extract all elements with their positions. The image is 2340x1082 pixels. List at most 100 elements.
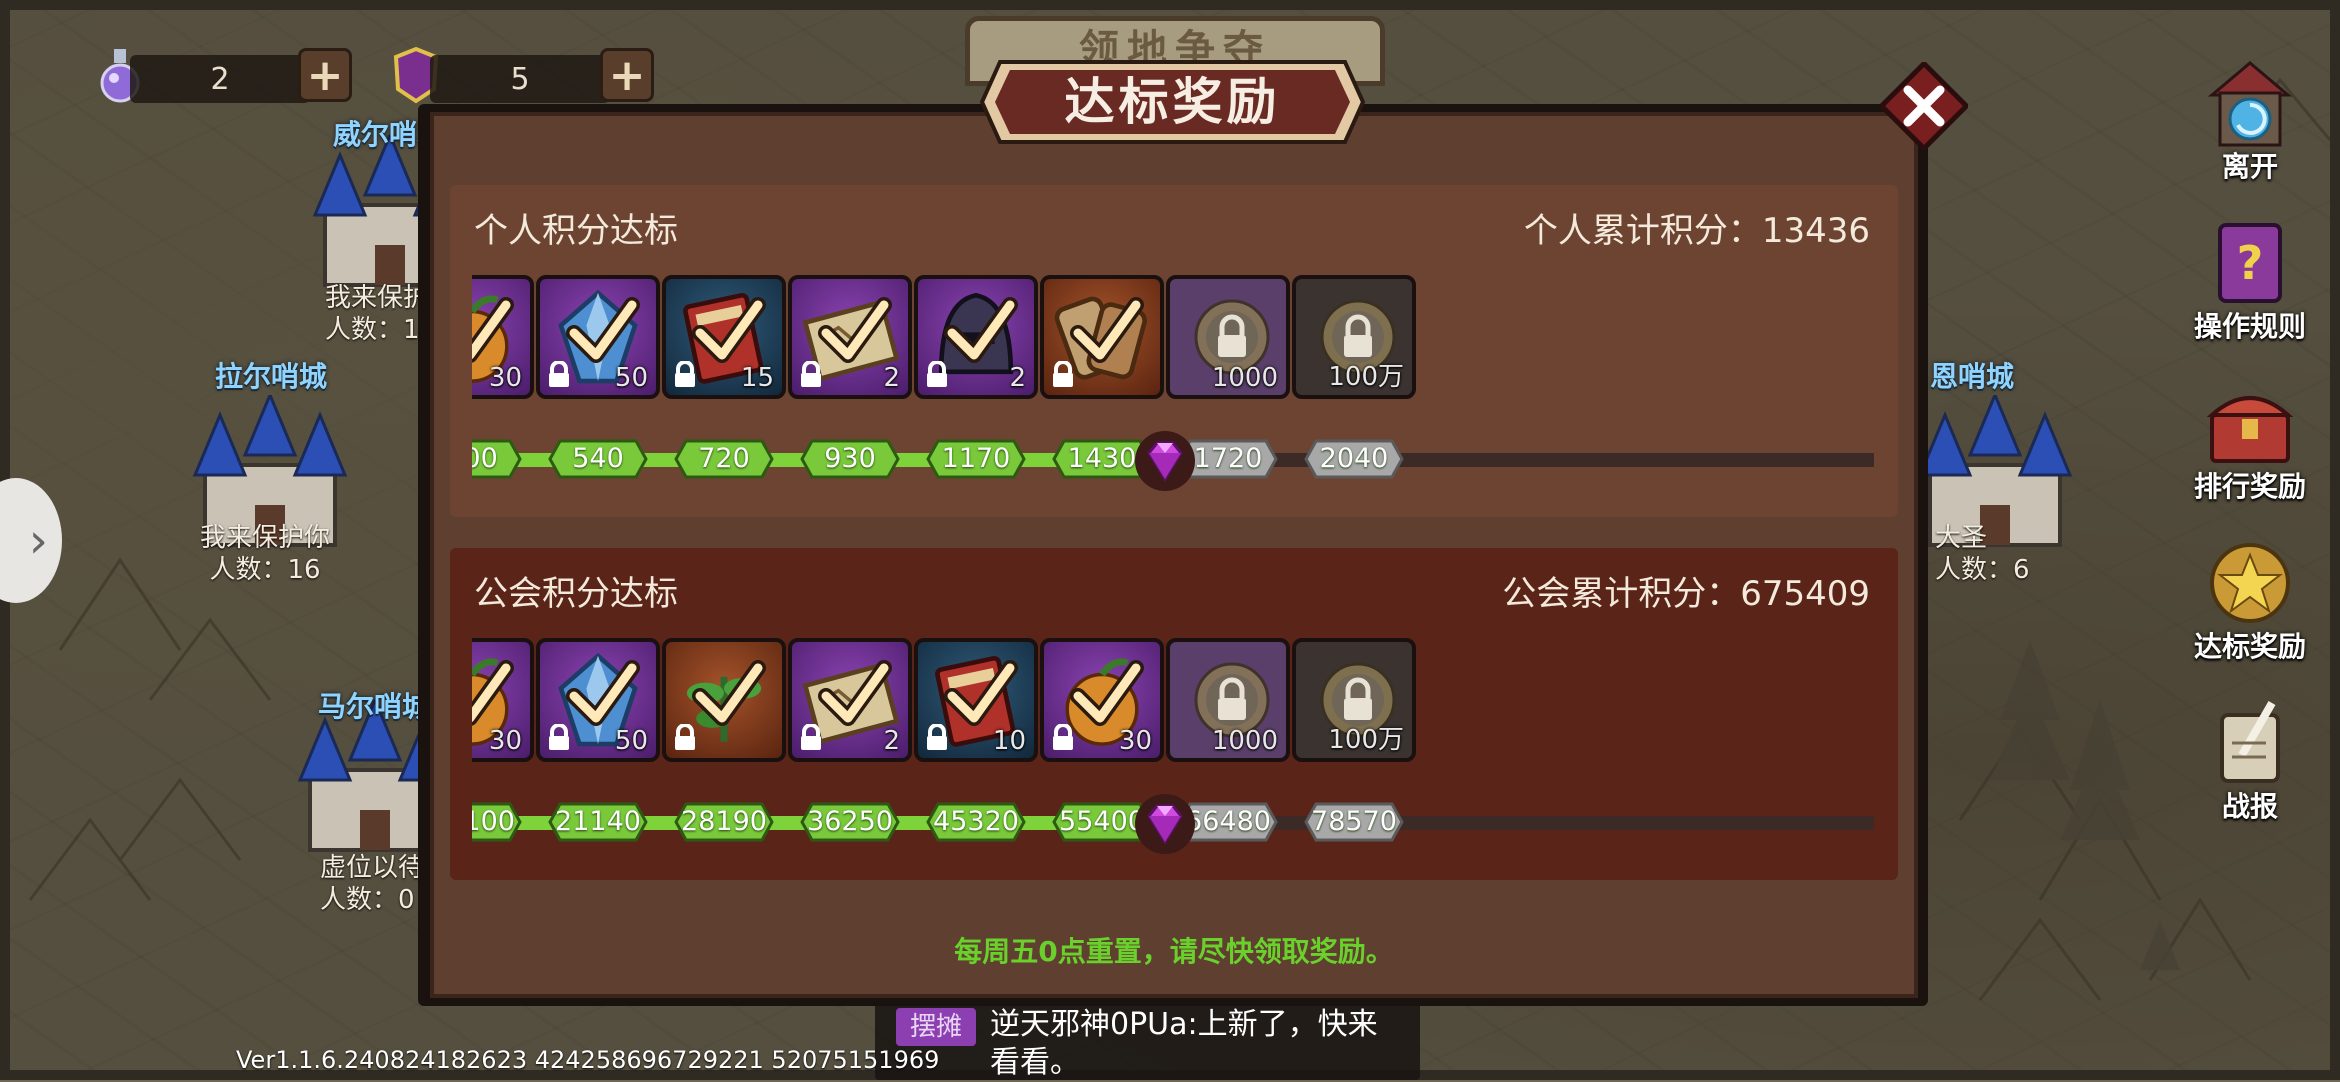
guild-reward-slot[interactable]: 30 (472, 638, 534, 762)
checkmark-icon (1070, 297, 1144, 363)
add-badge-button[interactable]: + (600, 48, 654, 102)
svg-text:?: ? (2237, 236, 2264, 290)
checkmark-icon (472, 297, 514, 363)
city-info-en: 大圣 人数：6 (1935, 523, 2030, 585)
milestone-value: 720 (698, 443, 750, 474)
small-lock-icon (675, 361, 695, 387)
guild-reward-track[interactable]: 30 50 2 10 30 1000 100万 14100 21140 28190 36250 453… (472, 638, 1874, 866)
personal-reward-slot[interactable] (1040, 275, 1164, 399)
small-lock-icon (675, 724, 695, 750)
small-lock-icon (1053, 361, 1073, 387)
personal-reward-slot[interactable]: 2 (914, 275, 1038, 399)
progress-marker (1135, 431, 1195, 491)
rules-button[interactable]: ? 操作规则 (2190, 215, 2310, 345)
small-lock-icon (927, 361, 947, 387)
milestone-value: 1170 (941, 443, 1011, 474)
personal-reward-slot[interactable]: 2 (788, 275, 912, 399)
city-name-maer[interactable]: 马尔哨城 (318, 685, 430, 725)
checkmark-icon (472, 660, 514, 726)
milestone-value: 28190 (681, 806, 767, 837)
reward-count: 2 (883, 726, 900, 756)
reward-count: 1000 (1211, 726, 1278, 756)
milestone-value: 36250 (807, 806, 893, 837)
milestone-value: 2040 (1319, 443, 1389, 474)
city-info-maer: 虚位以待 人数：0 (320, 853, 425, 915)
city-info-laer: 我来保护你 人数：16 (200, 523, 331, 585)
milestone-reward-button[interactable]: 达标奖励 (2190, 535, 2310, 665)
gem-icon (1147, 441, 1183, 482)
reward-count: 30 (488, 363, 522, 393)
reward-count: 50 (614, 726, 648, 756)
personal-reward-slot[interactable]: 100万 (1292, 275, 1416, 399)
small-lock-icon (801, 724, 821, 750)
checkmark-icon (818, 660, 892, 726)
reward-count: 30 (1118, 726, 1152, 756)
guild-reward-slot[interactable]: 30 (1040, 638, 1164, 762)
small-lock-icon (549, 724, 569, 750)
personal-reward-slot[interactable]: 15 (662, 275, 786, 399)
checkmark-icon (692, 297, 766, 363)
milestone-value: 300 (472, 443, 498, 474)
rank-reward-button[interactable]: 排行奖励 (2190, 375, 2310, 505)
guild-reward-slot[interactable] (662, 638, 786, 762)
add-potion-button[interactable]: + (298, 48, 352, 102)
rulebook-icon: ? (2218, 223, 2282, 303)
guild-total-score: 公会累计积分：675409 (1502, 574, 1870, 614)
personal-reward-slot[interactable]: 1000 (1166, 275, 1290, 399)
milestone-value: 540 (572, 443, 624, 474)
reward-count: 100万 (1328, 362, 1404, 392)
personal-reward-track[interactable]: 305015221000100万300540720930117014301720… (472, 275, 1874, 503)
guild-section-title: 公会积分达标 (474, 574, 678, 614)
chat-channel-tag: 摆摊 (896, 1008, 977, 1046)
gem-icon (1147, 804, 1183, 845)
personal-total-score: 个人累计积分：13436 (1523, 211, 1870, 251)
personal-reward-slot[interactable]: 50 (536, 275, 660, 399)
guild-reward-slot[interactable]: 10 (914, 638, 1038, 762)
checkmark-icon (566, 297, 640, 363)
checkmark-icon (566, 660, 640, 726)
city-name-laer[interactable]: 拉尔哨城 (215, 355, 327, 395)
reward-count: 100万 (1328, 725, 1404, 755)
milestone-value: 14100 (472, 806, 515, 837)
small-lock-icon (1053, 724, 1073, 750)
guild-reward-slot[interactable]: 2 (788, 638, 912, 762)
leave-button[interactable]: 离开 (2190, 55, 2310, 185)
battle-report-button[interactable]: 战报 (2190, 695, 2310, 825)
personal-score-section: 个人积分达标 个人累计积分：13436 30 50 15 2 2 1000 100万 300 5… (450, 185, 1898, 517)
close-button[interactable] (1880, 62, 1968, 150)
city-name-en[interactable]: 恩哨城 (1930, 355, 2014, 395)
chevron-right-icon: › (28, 512, 48, 569)
guild-reward-slot[interactable]: 50 (536, 638, 660, 762)
dialog-title: 达标奖励 (1064, 73, 1281, 131)
reward-count: 1000 (1211, 363, 1278, 393)
reset-notice: 每周五0点重置，请尽快领取奖励。 (954, 935, 1394, 968)
guild-score-section: 公会积分达标 公会累计积分：675409 30 50 2 10 30 1000 100万 14… (450, 548, 1898, 880)
version-info: Ver1.1.6.240824182623 424258696729221 52… (236, 1046, 940, 1074)
checkmark-icon (818, 297, 892, 363)
reward-count: 15 (740, 363, 774, 393)
scroll-quill-icon (2220, 701, 2280, 783)
milestone-value: 78570 (1311, 806, 1397, 837)
milestone-value: 45320 (933, 806, 1019, 837)
chat-message[interactable]: 逆天邪神0PUa:上新了，快来看看。 (990, 1006, 1400, 1082)
guild-reward-slot[interactable]: 1000 (1166, 638, 1290, 762)
small-lock-icon (801, 361, 821, 387)
portal-exit-icon (2207, 61, 2293, 147)
star-medal-icon (2210, 543, 2290, 623)
small-lock-icon (927, 724, 947, 750)
checkmark-icon (944, 660, 1018, 726)
checkmark-icon (692, 660, 766, 726)
treasure-chest-icon (2206, 396, 2294, 463)
small-lock-icon (549, 361, 569, 387)
potion-count: 2 (130, 55, 310, 103)
checkmark-icon (944, 297, 1018, 363)
reward-count: 2 (1009, 363, 1026, 393)
personal-reward-slot[interactable]: 30 (472, 275, 534, 399)
progress-marker (1135, 794, 1195, 854)
guild-badge-count: 5 (430, 55, 610, 103)
guild-reward-slot[interactable]: 100万 (1292, 638, 1416, 762)
milestone-value: 930 (824, 443, 876, 474)
reward-count: 2 (883, 363, 900, 393)
checkmark-icon (1070, 660, 1144, 726)
reward-count: 10 (992, 726, 1026, 756)
